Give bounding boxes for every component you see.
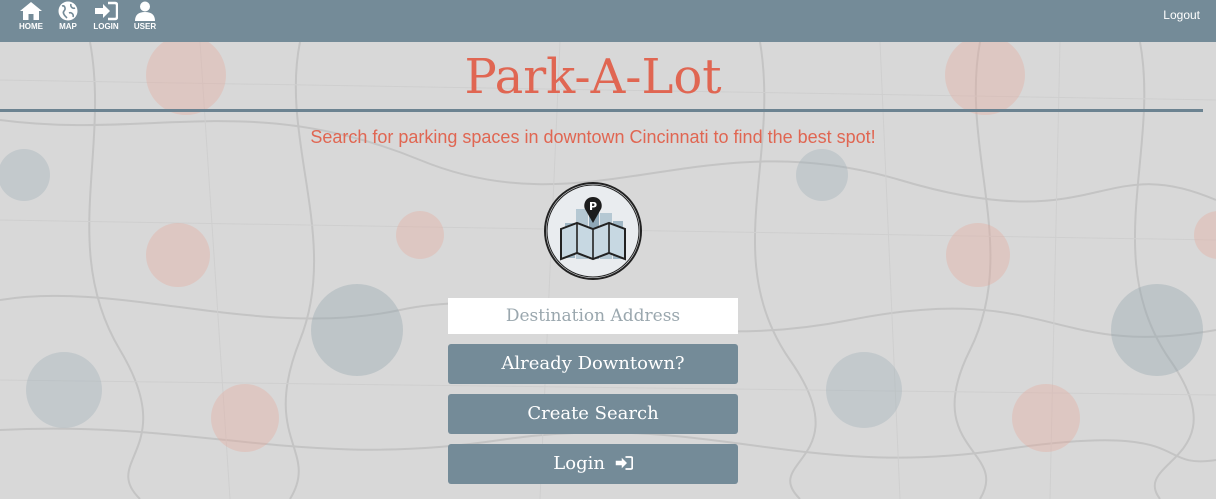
city-map-logo: P (544, 182, 642, 280)
title-divider (0, 109, 1203, 112)
logout-link[interactable]: Logout (1163, 8, 1200, 22)
login-button-label: Login (553, 453, 605, 474)
top-navbar: HOME MAP LOGIN USER Logout (0, 0, 1216, 42)
nav-user-label: USER (133, 22, 157, 31)
create-search-button[interactable]: Create Search (448, 394, 738, 434)
sign-in-icon (615, 456, 633, 470)
svg-text:P: P (589, 200, 597, 213)
nav-home-label: HOME (19, 22, 43, 31)
sign-in-icon (95, 1, 118, 21)
page-title: Park-A-Lot (464, 49, 722, 105)
user-icon (135, 1, 155, 21)
home-icon (20, 2, 42, 20)
already-downtown-button[interactable]: Already Downtown? (448, 344, 738, 384)
page-subtitle: Search for parking spaces in downtown Ci… (310, 127, 876, 147)
page: HOME MAP LOGIN USER Logout Park-A-Lot Se… (0, 0, 1216, 499)
nav-user[interactable]: USER (126, 0, 164, 42)
login-button[interactable]: Login (448, 444, 738, 484)
globe-icon (58, 1, 78, 21)
nav-login[interactable]: LOGIN (87, 0, 125, 42)
destination-address-input[interactable] (448, 298, 738, 334)
nav-home[interactable]: HOME (12, 0, 50, 42)
nav-login-label: LOGIN (93, 22, 119, 31)
nav-map-label: MAP (59, 22, 77, 31)
nav-map[interactable]: MAP (49, 0, 87, 42)
